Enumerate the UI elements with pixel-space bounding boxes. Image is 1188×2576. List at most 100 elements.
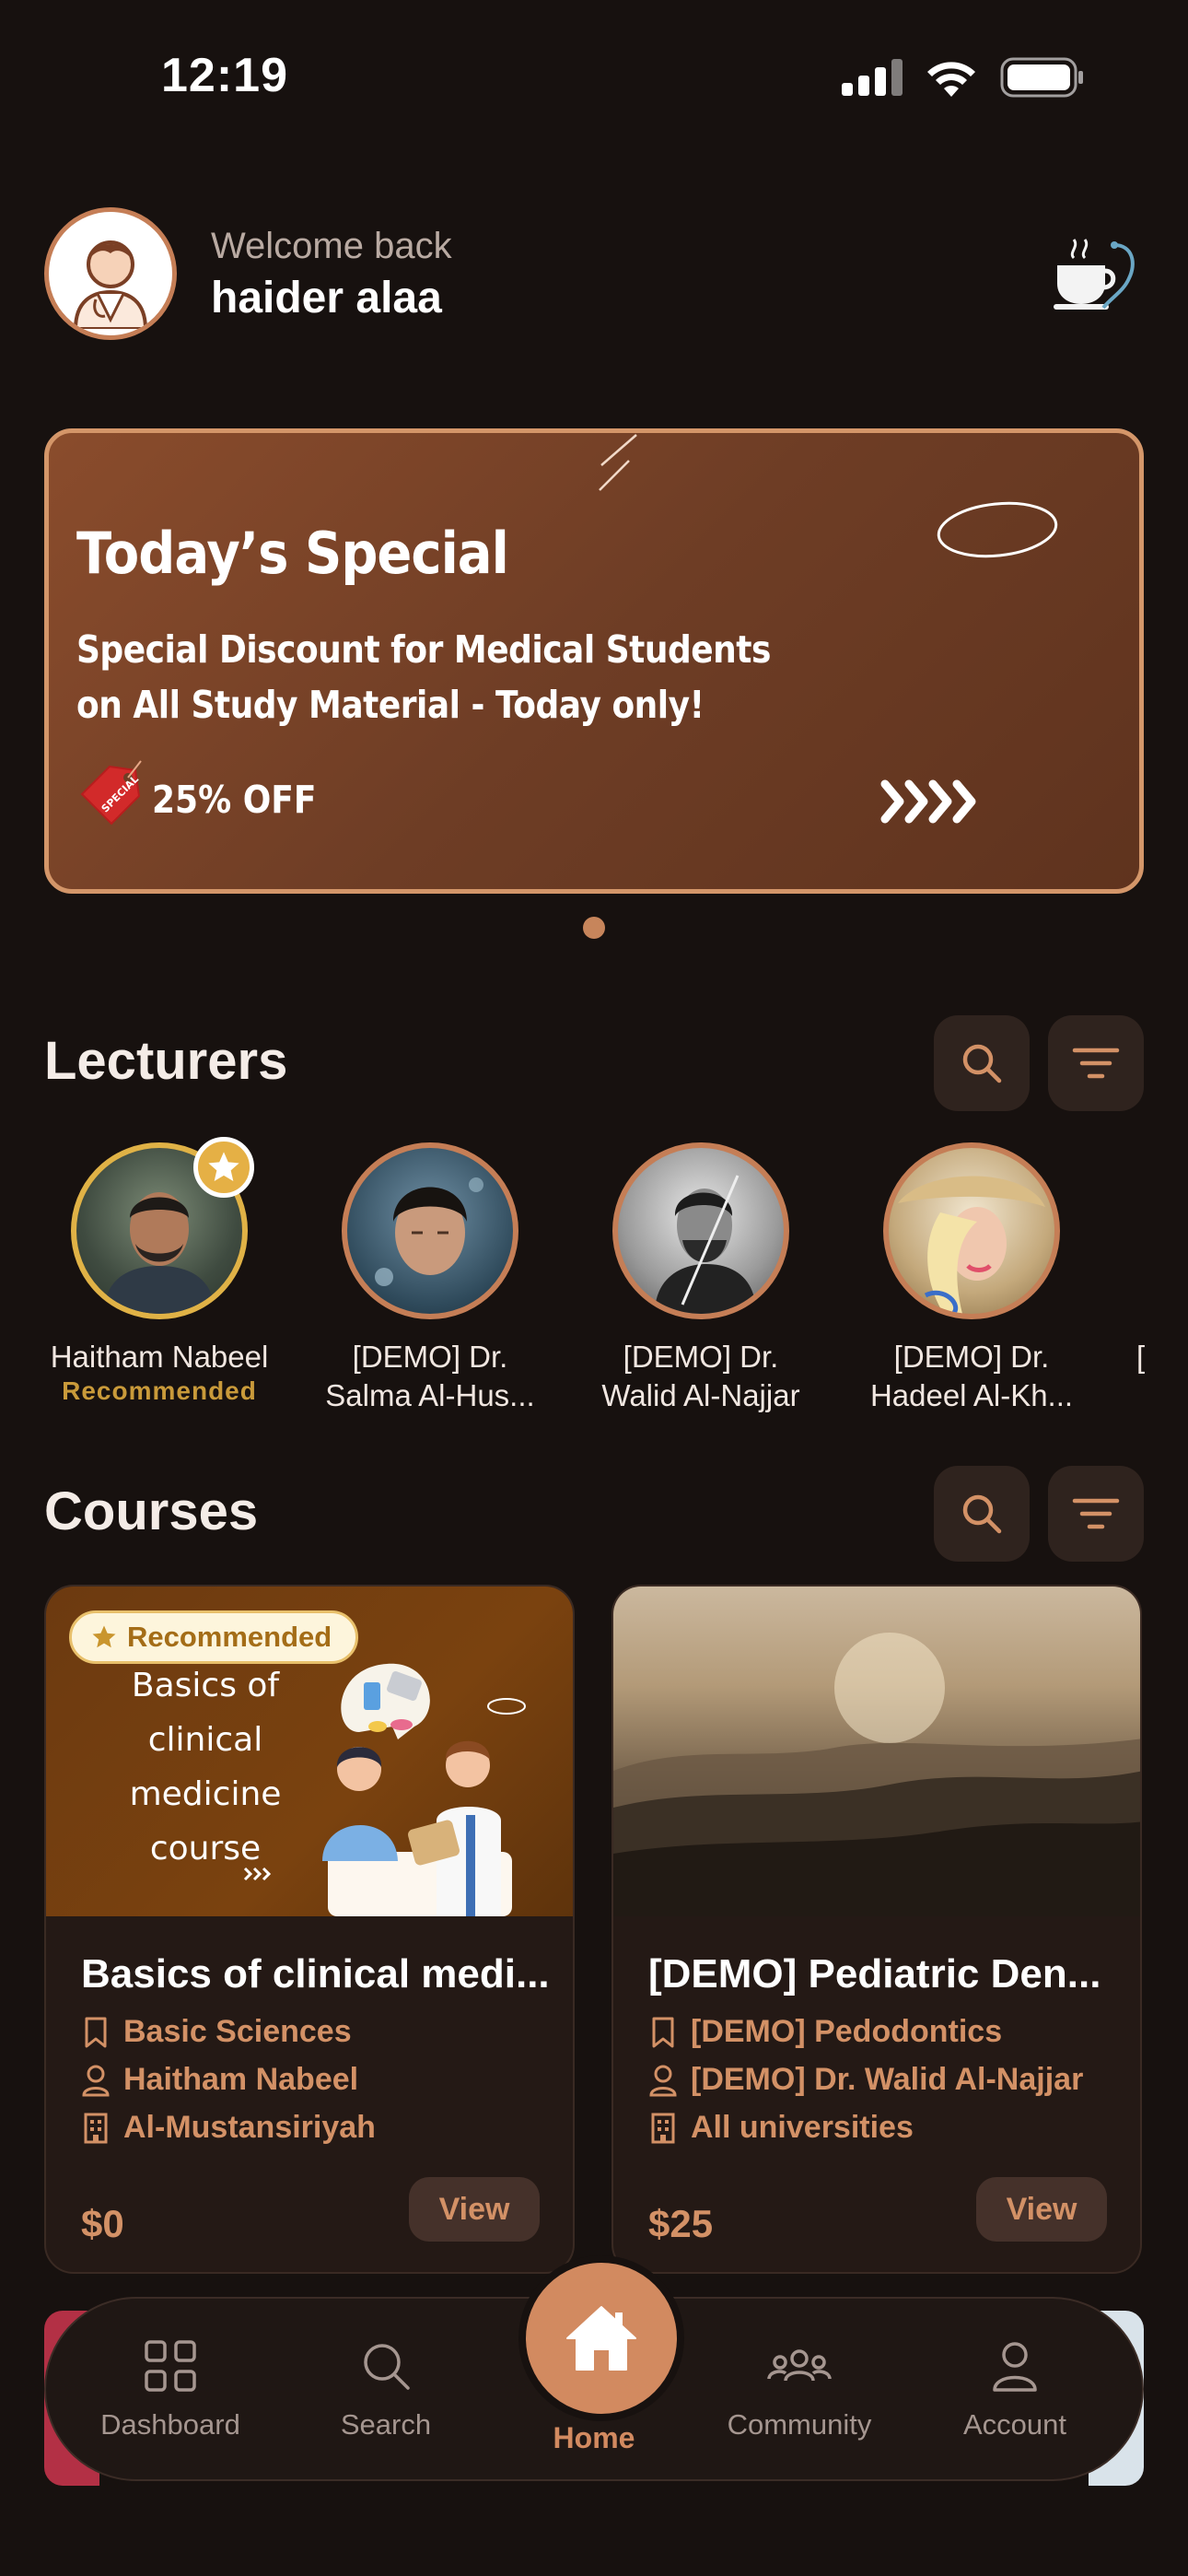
lecturer-photo (883, 1142, 1060, 1319)
nav-dashboard[interactable]: Dashboard (78, 2336, 262, 2441)
course-university: Al-Mustansiriyah (81, 2110, 376, 2146)
view-course-button[interactable]: View (409, 2177, 540, 2242)
coffee-stethoscope-icon[interactable] (1048, 230, 1140, 313)
nav-label: Search (340, 2408, 432, 2441)
filter-icon (1072, 1498, 1120, 1529)
lecturer-photo (342, 1142, 518, 1319)
lecturer-name: Haitham Nabeel (50, 1340, 269, 1374)
lecturer-name: [DEMO] Dr. (352, 1340, 508, 1374)
doctor-avatar-icon (73, 240, 148, 329)
mountain-landscape-photo (613, 1633, 1140, 1916)
welcome-text: Welcome back (211, 226, 452, 266)
lecturer-card[interactable]: [DEMO] Dr. Hadeel Al-Kh... (838, 1142, 1105, 1415)
course-category-label: Basic Sciences (123, 2014, 352, 2049)
banner-scribble-decoration (599, 434, 637, 491)
course-university-label: Al-Mustansiriyah (123, 2110, 376, 2145)
lecturers-title: Lecturers (44, 1031, 288, 1091)
recommended-badge-label: Recommended (127, 1621, 332, 1653)
recommended-badge: Recommended (69, 1610, 359, 1664)
lecturer-card[interactable]: Haitham Nabeel Recommended (26, 1137, 293, 1406)
building-icon (651, 2113, 675, 2143)
lecturer-name-partial: [ (1136, 1340, 1146, 1374)
username: haider alaa (211, 274, 442, 322)
grid-icon (145, 2340, 196, 2392)
people-icon (767, 2349, 832, 2382)
nav-community[interactable]: Community (707, 2336, 891, 2441)
user-icon (82, 2065, 110, 2096)
course-lecturer-label: Haitham Nabeel (123, 2062, 359, 2097)
course-category: [DEMO] Pedodontics (648, 2014, 1002, 2050)
course-category-label: [DEMO] Pedodontics (691, 2014, 1003, 2049)
course-price: $25 (648, 2202, 714, 2245)
lecturer-name: [DEMO] Dr. (893, 1340, 1050, 1374)
carousel-dot[interactable] (583, 917, 605, 939)
course-image (613, 1587, 1140, 1916)
course-university-label: All universities (691, 2110, 914, 2145)
small-arrows-decoration (243, 1867, 272, 1881)
lecturer-name-line2: Hadeel Al-Kh... (869, 1378, 1074, 1412)
search-icon (962, 1494, 1002, 1534)
course-lecturer-label: [DEMO] Dr. Walid Al-Najjar (691, 2062, 1084, 2097)
home-icon (566, 2306, 636, 2371)
nav-label-home[interactable]: Home (502, 2421, 686, 2455)
banner-offer: 25% OFF (152, 779, 317, 823)
view-course-button[interactable]: View (976, 2177, 1107, 2242)
course-card[interactable]: [DEMO] Pediatric Den... [DEMO] Pedodonti… (611, 1585, 1142, 2274)
bookmark-icon (652, 2017, 674, 2047)
signal-icon (842, 59, 903, 96)
building-icon (84, 2113, 108, 2143)
user-icon (649, 2065, 677, 2096)
star-icon (208, 1152, 239, 1181)
status-icons (842, 57, 1085, 98)
nav-label: Community (727, 2408, 872, 2441)
nav-label: Dashboard (100, 2408, 240, 2441)
nav-label: Account (962, 2408, 1066, 2441)
recommended-star-badge (193, 1137, 254, 1198)
search-icon (962, 1044, 1002, 1083)
courses-search-button[interactable] (934, 1466, 1030, 1562)
doctor-patient-illustration (322, 1663, 526, 1916)
banner-arrows-icon[interactable] (878, 769, 988, 834)
lecturer-card[interactable]: [DEMO] Dr. Walid Al-Najjar (567, 1142, 834, 1415)
user-avatar[interactable] (44, 207, 177, 340)
banner-subtitle-line1: Special Discount for Medical Students (76, 628, 771, 673)
nav-account[interactable]: Account (923, 2336, 1107, 2441)
violinist-photo-icon (655, 1175, 756, 1314)
lecturer-photo (612, 1142, 789, 1319)
course-university: All universities (648, 2110, 914, 2146)
person-photo-icon (375, 1177, 483, 1286)
course-category: Basic Sciences (81, 2014, 352, 2050)
filter-icon (1072, 1048, 1120, 1079)
course-title: Basics of clinical medi... (81, 1951, 550, 1996)
wifi-icon (927, 62, 975, 97)
lecturer-card[interactable]: [DEMO] Dr. Salma Al-Hus... (297, 1142, 564, 1415)
lecturer-card-partial[interactable]: [ (1136, 1338, 1145, 1376)
course-lecturer: [DEMO] Dr. Walid Al-Najjar (648, 2062, 1083, 2098)
courses-filter-button[interactable] (1048, 1466, 1144, 1562)
banner-title: Today’s Special (76, 521, 509, 588)
banner-subtitle-line2: on All Study Material - Today only! (76, 684, 705, 728)
course-card[interactable]: Basics of clinical medicine course Recom… (44, 1585, 575, 2274)
star-icon (92, 1625, 116, 1648)
courses-title: Courses (44, 1481, 259, 1541)
lecturers-search-button[interactable] (934, 1015, 1030, 1111)
user-icon (993, 2342, 1037, 2392)
course-image: Basics of clinical medicine course Recom… (46, 1587, 573, 1916)
nav-search[interactable]: Search (294, 2336, 478, 2441)
bookmark-icon (85, 2017, 107, 2047)
lecturer-name-line2: Walid Al-Najjar (601, 1378, 800, 1412)
status-time: 12:19 (161, 49, 288, 102)
lecturer-recommended-label: Recommended (62, 1376, 257, 1405)
course-price: $0 (81, 2202, 124, 2245)
lecturers-filter-button[interactable] (1048, 1015, 1144, 1111)
lecturer-name: [DEMO] Dr. (623, 1340, 779, 1374)
special-offer-banner[interactable]: Today’s Special Special Discount for Med… (44, 428, 1144, 894)
course-title: [DEMO] Pediatric Den... (648, 1951, 1101, 1996)
nav-home-button[interactable] (518, 2255, 684, 2421)
person-photo-icon (898, 1176, 1045, 1314)
special-tag-icon: SPECIAL (80, 760, 142, 825)
search-icon (364, 2344, 410, 2390)
banner-ellipse-decoration (937, 501, 1058, 558)
course-lecturer: Haitham Nabeel (81, 2062, 358, 2098)
lecturer-name-line2: Salma Al-Hus... (325, 1378, 535, 1412)
